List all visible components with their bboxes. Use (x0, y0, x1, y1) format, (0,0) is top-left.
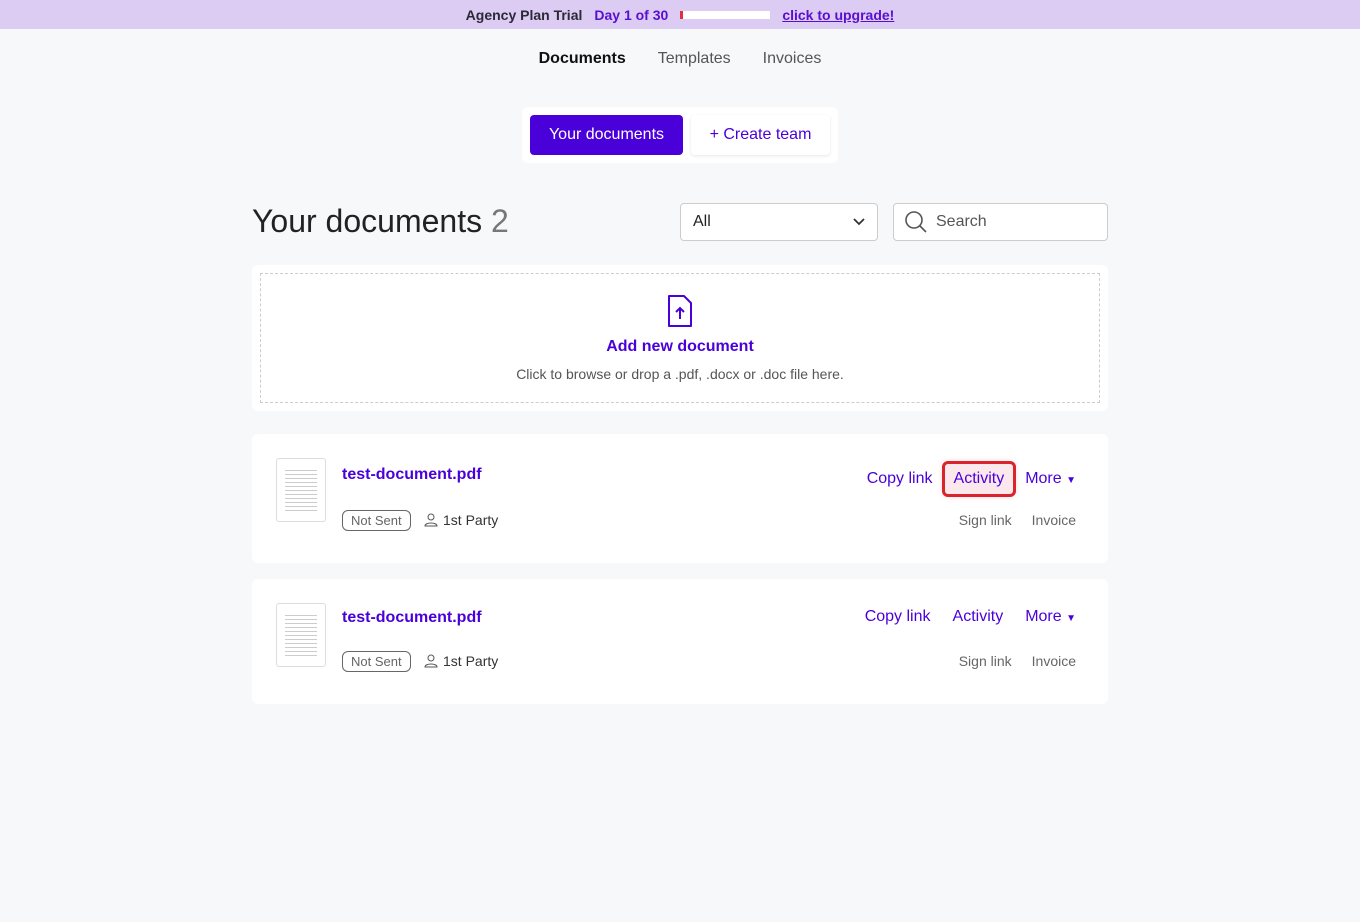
status-filter[interactable]: All (680, 203, 878, 241)
more-label: More (1025, 470, 1062, 487)
main-nav: Documents Templates Invoices (0, 50, 1360, 68)
search-placeholder: Search (936, 213, 987, 230)
trial-day: Day 1 of 30 (594, 6, 669, 23)
party-label: 1st Party (443, 512, 499, 528)
trial-progress (680, 10, 771, 19)
nav-templates[interactable]: Templates (658, 50, 731, 68)
caret-down-icon: ▼ (1066, 613, 1076, 624)
nav-documents[interactable]: Documents (539, 50, 626, 68)
user-icon (424, 513, 438, 527)
user-icon (424, 654, 438, 668)
party-label: 1st Party (443, 653, 499, 669)
document-count: 2 (490, 203, 509, 239)
your-documents-button[interactable]: Your documents (530, 115, 683, 155)
status-badge: Not Sent (342, 651, 411, 672)
trial-progress-fill (680, 10, 684, 19)
document-card: test-document.pdf Not Sent 1st Party Cop… (252, 434, 1108, 563)
document-name[interactable]: test-document.pdf (342, 466, 482, 484)
page-title: Your documents 2 (252, 203, 509, 240)
title-text: Your documents (252, 203, 483, 239)
copy-link-button[interactable]: Copy link (867, 470, 933, 488)
upload-hint: Click to browse or drop a .pdf, .docx or… (516, 366, 844, 382)
search-input[interactable]: Search (893, 203, 1108, 241)
nav-invoices[interactable]: Invoices (763, 50, 822, 68)
party-info: 1st Party (424, 653, 498, 669)
team-switcher: Your documents + Create team (522, 107, 838, 163)
invoice-button[interactable]: Invoice (1032, 653, 1076, 669)
document-card: test-document.pdf Not Sent 1st Party Cop… (252, 579, 1108, 704)
chevron-down-icon (853, 218, 865, 226)
upgrade-link[interactable]: click to upgrade! (782, 7, 894, 23)
more-dropdown[interactable]: More ▼ (1025, 470, 1076, 488)
document-name[interactable]: test-document.pdf (342, 609, 482, 627)
more-label: More (1025, 608, 1062, 625)
upload-dropzone[interactable]: Add new document Click to browse or drop… (252, 265, 1108, 411)
status-badge: Not Sent (342, 510, 411, 531)
document-thumbnail[interactable] (276, 603, 326, 667)
add-document-title[interactable]: Add new document (606, 338, 754, 356)
caret-down-icon: ▼ (1066, 475, 1076, 486)
file-upload-icon (668, 295, 692, 327)
sign-link-button[interactable]: Sign link (959, 512, 1012, 528)
copy-link-button[interactable]: Copy link (865, 608, 931, 626)
plan-label: Agency Plan Trial (465, 6, 583, 23)
invoice-button[interactable]: Invoice (1032, 512, 1076, 528)
document-thumbnail[interactable] (276, 458, 326, 522)
create-team-button[interactable]: + Create team (691, 115, 830, 155)
trial-banner: Agency Plan Trial Day 1 of 30 click to u… (0, 0, 1360, 29)
search-icon (905, 211, 927, 233)
filter-value: All (693, 213, 711, 230)
activity-button[interactable]: Activity (953, 608, 1004, 626)
party-info: 1st Party (424, 512, 498, 528)
more-dropdown[interactable]: More ▼ (1025, 608, 1076, 626)
sign-link-button[interactable]: Sign link (959, 653, 1012, 669)
activity-button[interactable]: Activity (941, 461, 1017, 497)
